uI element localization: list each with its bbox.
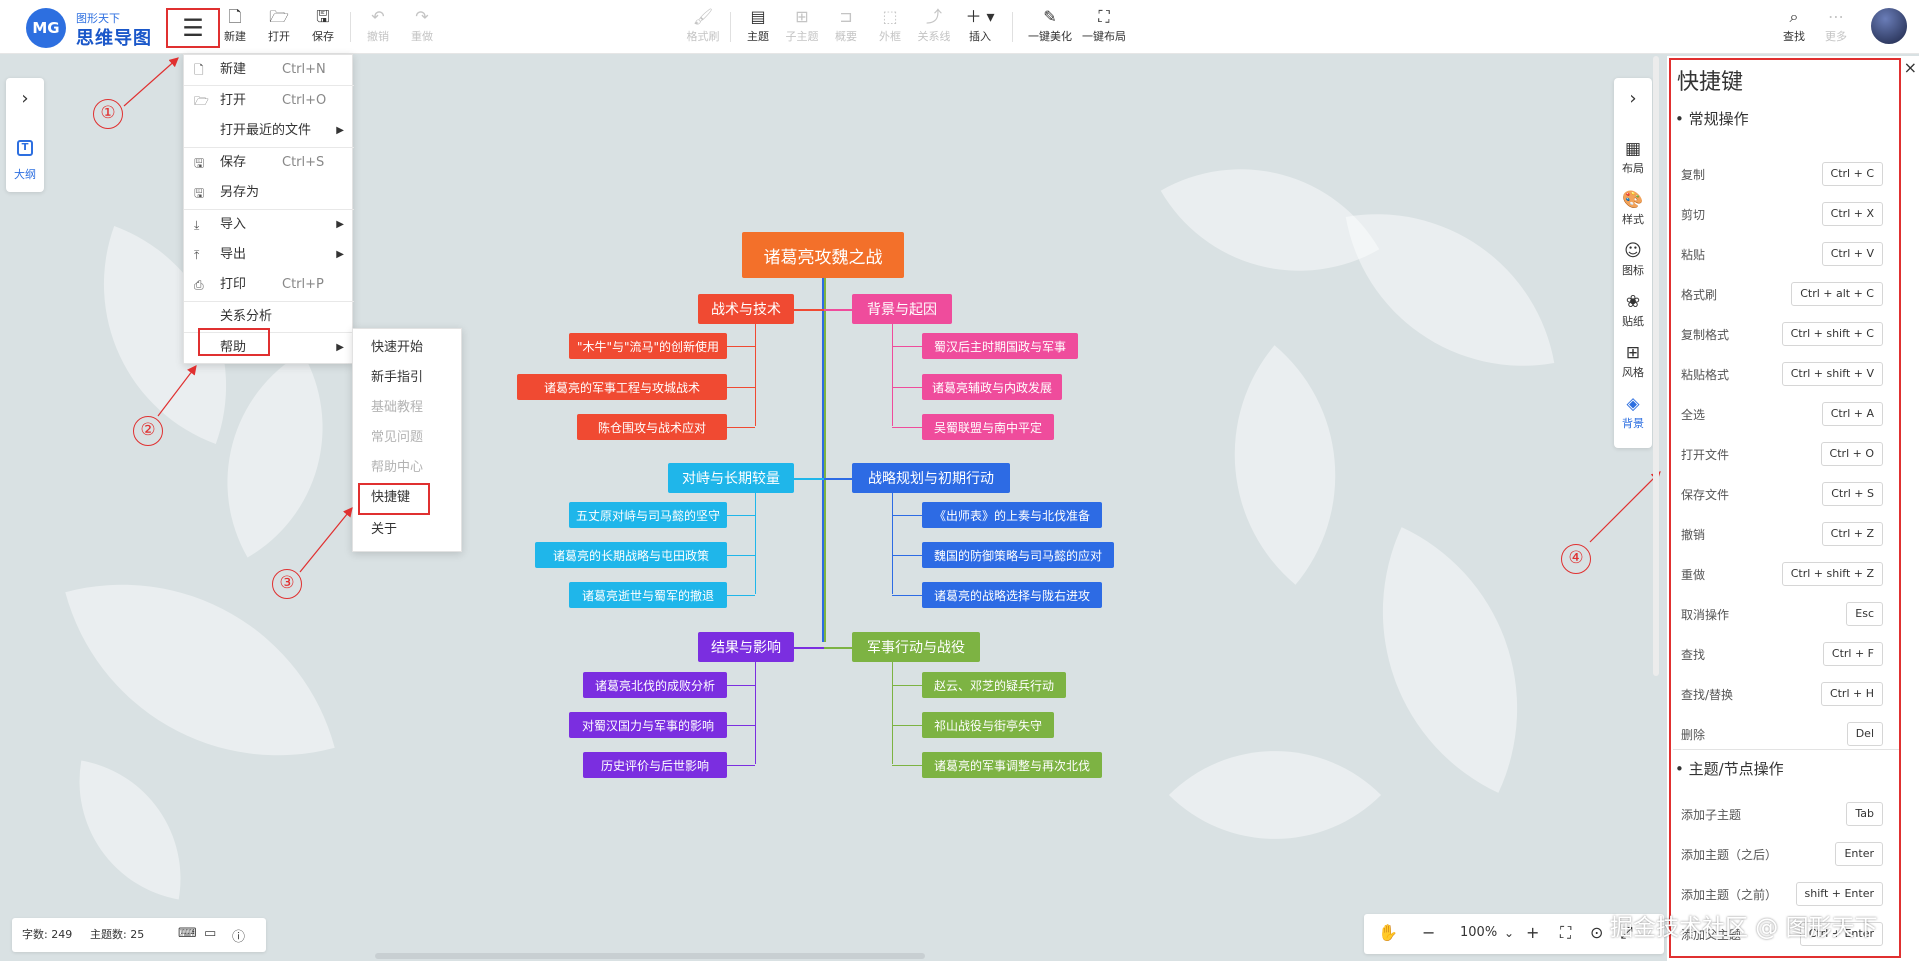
shortcut-key: Ctrl + O	[1820, 442, 1883, 466]
close-icon[interactable]: ×	[1904, 58, 1917, 77]
arrow-2	[157, 365, 197, 417]
shortcut-name: 添加子主题	[1681, 808, 1742, 822]
shortcut-key: Ctrl + F	[1822, 642, 1883, 666]
shortcut-key: Ctrl + shift + V	[1781, 362, 1883, 386]
locate-icon[interactable]: ⊙	[1590, 923, 1603, 942]
shortcut-key: Ctrl + S	[1822, 482, 1883, 506]
shortcut-name: 打开文件	[1681, 448, 1730, 462]
zoom-out-button[interactable]: −	[1422, 923, 1435, 942]
annotation-marker-3: ③	[272, 569, 302, 599]
shortcut-name: 全选	[1681, 408, 1706, 422]
shortcut-row: 删除 Del	[1667, 716, 1907, 756]
shortcut-row: 添加主题（之后） Enter	[1667, 836, 1907, 876]
shortcut-name: 粘贴	[1681, 248, 1706, 262]
shortcut-key: Ctrl + V	[1821, 242, 1883, 266]
section-general: • 常规操作	[1675, 110, 1749, 128]
shortcut-key: Ctrl + alt + C	[1791, 282, 1883, 306]
shortcut-key: Ctrl + C	[1821, 162, 1883, 186]
shortcuts-title: 快捷键	[1677, 70, 1744, 95]
annotation-marker-4: ④	[1561, 544, 1591, 574]
shortcut-row: 添加子主题 Tab	[1667, 796, 1907, 836]
shortcut-key: Ctrl + shift + C	[1781, 322, 1883, 346]
shortcut-name: 格式刷	[1681, 288, 1718, 302]
shortcut-row: 查找 Ctrl + F	[1667, 636, 1907, 676]
shortcuts-panel: 快捷键 × • 常规操作 复制 Ctrl + C 剪切 Ctrl + X 粘贴 Ctrl …	[1667, 56, 1919, 961]
zoom-level[interactable]: 100%	[1460, 925, 1497, 940]
shortcut-key: Ctrl + H	[1820, 682, 1883, 706]
shortcut-row: 格式刷 Ctrl + alt + C	[1667, 276, 1907, 316]
hand-icon[interactable]: ✋	[1378, 923, 1398, 942]
zoom-in-button[interactable]: +	[1526, 923, 1539, 942]
shortcut-name: 保存文件	[1681, 488, 1730, 502]
shortcut-row: 取消操作 Esc	[1667, 596, 1907, 636]
minimap-icon[interactable]: ▭	[204, 926, 216, 941]
section-topic-node: • 主题/节点操作	[1675, 760, 1784, 778]
shortcut-key: Esc	[1846, 602, 1883, 626]
info-icon[interactable]: ⓘ	[232, 926, 245, 945]
shortcut-name: 添加主题（之后）	[1681, 848, 1778, 862]
shortcut-row: 查找/替换 Ctrl + H	[1667, 676, 1907, 716]
shortcut-name: 查找/替换	[1681, 688, 1734, 702]
shortcut-key: Ctrl + A	[1821, 402, 1883, 426]
shortcut-key: Ctrl + Z	[1821, 522, 1883, 546]
shortcut-row: 全选 Ctrl + A	[1667, 396, 1907, 436]
chevron-down-icon[interactable]: ⌄	[1504, 926, 1514, 940]
annotation-arrows	[123, 57, 1661, 573]
annotation-marker-2: ②	[133, 416, 163, 446]
topic-count: 主题数: 25	[90, 928, 145, 941]
shortcut-key: Del	[1846, 722, 1883, 746]
shortcut-name: 重做	[1681, 568, 1706, 582]
section-divider	[1673, 749, 1899, 750]
shortcut-row: 保存文件 Ctrl + S	[1667, 476, 1907, 516]
shortcut-name: 删除	[1681, 728, 1706, 742]
arrow-1	[123, 57, 179, 107]
fit-screen-icon[interactable]: ⛶	[1560, 923, 1571, 943]
shortcut-row: 重做 Ctrl + shift + Z	[1667, 556, 1907, 596]
shortcut-name: 复制	[1681, 168, 1706, 182]
shortcut-key: Enter	[1835, 842, 1883, 866]
shortcut-key: shift + Enter	[1795, 882, 1883, 906]
shortcut-key: Tab	[1846, 802, 1883, 826]
canvas-scrollbar[interactable]	[1653, 56, 1659, 676]
shortcut-name: 取消操作	[1681, 608, 1730, 622]
status-bar: 字数: 249 主题数: 25 ⌨ ▭ ⓘ	[12, 918, 266, 952]
arrow-3	[299, 507, 353, 573]
shortcut-row: 复制 Ctrl + C	[1667, 156, 1907, 196]
watermark-text: 掘金技术社区 @ 图形天下	[1610, 915, 1878, 941]
shortcut-name: 添加主题（之前）	[1681, 888, 1778, 902]
shortcut-row: 剪切 Ctrl + X	[1667, 196, 1907, 236]
shortcut-name: 复制格式	[1681, 328, 1730, 342]
shortcut-row: 撤销 Ctrl + Z	[1667, 516, 1907, 556]
arrow-4	[1589, 471, 1661, 543]
shortcut-key: Ctrl + X	[1821, 202, 1883, 226]
shortcut-key: Ctrl + shift + Z	[1781, 562, 1883, 586]
horizontal-scrollbar[interactable]	[375, 953, 925, 959]
shortcut-name: 查找	[1681, 648, 1706, 662]
shortcut-row: 打开文件 Ctrl + O	[1667, 436, 1907, 476]
char-count: 字数: 249	[22, 928, 73, 941]
shortcut-row: 粘贴格式 Ctrl + shift + V	[1667, 356, 1907, 396]
shortcut-name: 剪切	[1681, 208, 1706, 222]
keyboard-icon[interactable]: ⌨	[178, 926, 197, 941]
shortcut-row: 粘贴 Ctrl + V	[1667, 236, 1907, 276]
shortcut-name: 撤销	[1681, 528, 1706, 542]
shortcut-row: 复制格式 Ctrl + shift + C	[1667, 316, 1907, 356]
annotation-marker-1: ①	[93, 99, 123, 129]
shortcut-name: 粘贴格式	[1681, 368, 1730, 382]
